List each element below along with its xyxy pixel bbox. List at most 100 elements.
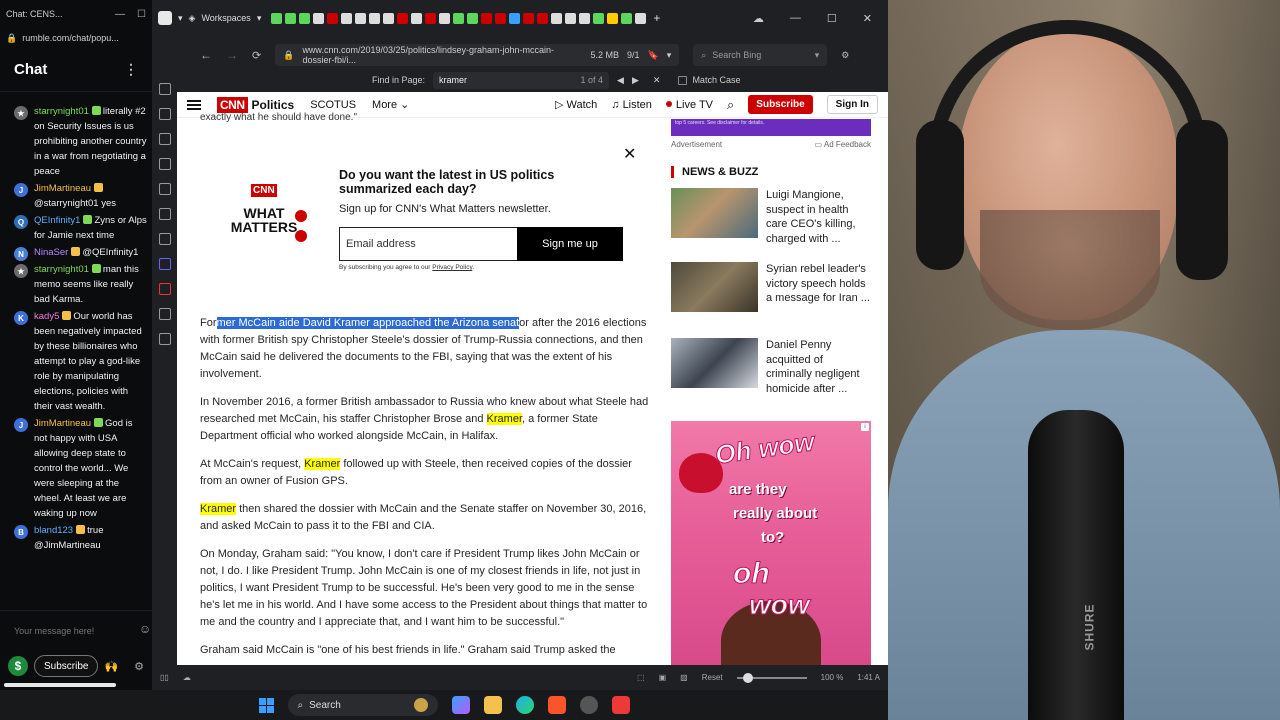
brave-icon[interactable]: [547, 696, 566, 714]
news-headline[interactable]: Syrian rebel leader's victory speech hol…: [766, 262, 871, 314]
zoom-knob[interactable]: [742, 672, 753, 683]
news-thumbnail[interactable]: [671, 338, 758, 388]
selected-text[interactable]: mer McCain aide David Kramer approached …: [216, 317, 520, 329]
image-icon[interactable]: ▨: [680, 673, 688, 682]
chat-username[interactable]: JimMartineau: [34, 418, 91, 429]
notes-panel-icon[interactable]: [158, 158, 171, 170]
maximize-icon[interactable]: ☐: [827, 12, 837, 25]
workspaces-button[interactable]: Workspaces: [201, 13, 250, 23]
bookmark-icon[interactable]: 🔖: [647, 50, 658, 61]
cloud-sync-icon[interactable]: ☁: [183, 673, 191, 682]
chevron-down-icon[interactable]: ▾: [178, 13, 183, 24]
find-prev-icon[interactable]: ◀: [617, 75, 624, 86]
browser-logo-icon[interactable]: [158, 11, 172, 25]
find-query[interactable]: kramer: [439, 75, 467, 85]
find-input[interactable]: kramer 1 of 4: [433, 71, 610, 89]
live-tv-link[interactable]: Live TV: [665, 99, 713, 111]
more-vert-icon[interactable]: ⋮: [124, 61, 138, 78]
chat-message-input[interactable]: [14, 615, 131, 642]
news-item[interactable]: Daniel Penny acquitted of criminally neg…: [671, 338, 871, 395]
avatar[interactable]: Q: [14, 215, 28, 229]
section-title[interactable]: Politics: [252, 98, 295, 112]
privacy-policy-link[interactable]: Privacy Policy: [432, 264, 472, 271]
extensions-icon[interactable]: ⚙: [841, 50, 849, 61]
chevron-down-icon[interactable]: ▾: [815, 50, 820, 61]
capture-icon[interactable]: ⬚: [637, 673, 645, 682]
zoom-slider[interactable]: [736, 672, 807, 683]
new-tab-icon[interactable]: +: [653, 11, 660, 25]
chat-scrollbar[interactable]: [4, 683, 116, 687]
avatar[interactable]: B: [14, 525, 28, 539]
chat-tab-title[interactable]: Chat: CENS...: [6, 9, 63, 19]
add-panel-icon[interactable]: [158, 333, 171, 345]
watch-link[interactable]: ▷ Watch: [555, 98, 597, 111]
chat-username[interactable]: starrynight01: [34, 264, 89, 275]
rant-button[interactable]: $: [8, 656, 28, 676]
file-explorer-icon[interactable]: [483, 696, 502, 714]
blocked-count[interactable]: 9/1: [627, 50, 640, 60]
chat-username[interactable]: JimMartineau: [34, 183, 91, 194]
email-field[interactable]: Email address: [339, 227, 517, 261]
chat-message-list[interactable]: ★ starrynight01 literally #2 on Security I…: [0, 104, 152, 602]
avatar[interactable]: N: [14, 247, 28, 261]
avatar[interactable]: J: [14, 418, 28, 432]
emoji-icon[interactable]: ☺: [139, 622, 151, 636]
subscribe-button[interactable]: Subscribe: [34, 655, 99, 677]
avatar[interactable]: ★: [14, 264, 28, 278]
back-icon[interactable]: ←: [200, 48, 212, 62]
news-headline[interactable]: Luigi Mangione, suspect in health care C…: [766, 188, 871, 245]
ad-banner[interactable]: top 5 careers. See disclaimer for detail…: [671, 119, 871, 136]
forward-icon[interactable]: →: [226, 48, 238, 62]
avatar[interactable]: K: [14, 311, 28, 325]
chat-username[interactable]: bland123: [34, 525, 73, 536]
search-icon[interactable]: ⌕: [727, 97, 734, 113]
avatar[interactable]: ★: [14, 106, 28, 120]
reset-zoom-button[interactable]: Reset: [702, 673, 723, 682]
find-next-icon[interactable]: ▶: [632, 75, 639, 86]
address-bar[interactable]: 🔒 www.cnn.com/2019/03/25/politics/lindse…: [275, 44, 680, 66]
nav-more[interactable]: More ⌄: [372, 98, 409, 111]
chat-username[interactable]: QEInfinity1: [34, 215, 80, 226]
ad-info-icon[interactable]: i: [861, 423, 869, 431]
listen-link[interactable]: ♫ Listen: [611, 99, 652, 111]
zoom-level[interactable]: 100 %: [821, 673, 844, 682]
display-ad[interactable]: i Oh wow are they really about to? oh wo…: [671, 421, 871, 665]
news-thumbnail[interactable]: [671, 262, 758, 312]
avatar[interactable]: J: [14, 183, 28, 197]
chevron-down-icon[interactable]: ▾: [667, 50, 672, 61]
search-bar[interactable]: ⌕ Search Bing ▾: [693, 44, 828, 66]
close-icon[interactable]: ✕: [863, 12, 872, 25]
reading-list-icon[interactable]: [158, 183, 171, 195]
menu-icon[interactable]: [187, 99, 201, 110]
find-close-icon[interactable]: ✕: [653, 75, 661, 86]
vivaldi-taskbar-icon[interactable]: [611, 696, 630, 714]
tab-strip[interactable]: [271, 12, 647, 24]
ad-feedback-link[interactable]: ▭ Ad Feedback: [815, 140, 871, 149]
maximize-icon[interactable]: ☐: [137, 9, 146, 20]
panel-toggle-icon[interactable]: ▯▯: [160, 673, 169, 682]
match-case-checkbox[interactable]: Match Case: [678, 75, 740, 85]
vivaldi-icon[interactable]: [158, 283, 171, 295]
reload-icon[interactable]: ⟳: [252, 49, 261, 62]
sign-in-button[interactable]: Sign In: [826, 95, 878, 114]
minimize-icon[interactable]: —: [790, 12, 801, 25]
windows-start-icon[interactable]: [258, 697, 274, 713]
close-icon[interactable]: ✕: [623, 144, 636, 164]
mastodon-icon[interactable]: [158, 258, 171, 270]
news-item[interactable]: Syrian rebel leader's victory speech hol…: [671, 262, 871, 314]
cnn-logo[interactable]: CNN: [217, 96, 248, 113]
taskbar-search[interactable]: ⌕ Search: [287, 694, 438, 716]
subscribe-button[interactable]: Subscribe: [748, 95, 813, 114]
news-item[interactable]: Luigi Mangione, suspect in health care C…: [671, 188, 871, 245]
history-panel-icon[interactable]: [158, 133, 171, 145]
workspaces-icon[interactable]: ◈: [189, 13, 196, 24]
chat-url-bar[interactable]: 🔒 rumble.com/chat/popu...: [0, 28, 152, 48]
chat-username[interactable]: starrynight01: [34, 106, 89, 117]
url-text[interactable]: www.cnn.com/2019/03/25/politics/lindsey-…: [302, 45, 582, 65]
sync-panel-icon[interactable]: [158, 233, 171, 245]
bookmarks-panel-icon[interactable]: [158, 83, 171, 95]
chat-url[interactable]: rumble.com/chat/popu...: [22, 33, 119, 43]
news-thumbnail[interactable]: [671, 188, 758, 238]
sign-me-up-button[interactable]: Sign me up: [517, 227, 623, 261]
minimize-icon[interactable]: —: [115, 9, 125, 20]
